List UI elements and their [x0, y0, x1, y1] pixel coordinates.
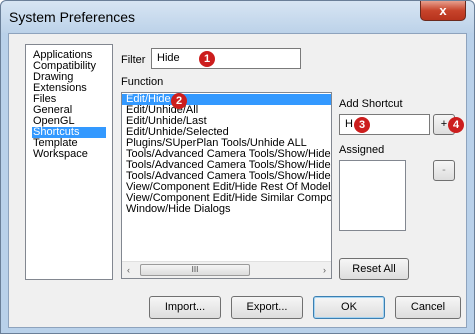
function-list-hscrollbar[interactable]: ‹ III › [122, 261, 331, 278]
function-list[interactable]: Edit/Hide Edit/Unhide/All Edit/Unhide/La… [121, 92, 332, 279]
callout-badge-4: 4 [448, 117, 464, 133]
callout-badge-2: 2 [171, 93, 187, 109]
window-title: System Preferences [9, 9, 136, 25]
function-label: Function [121, 76, 164, 88]
close-icon: x [439, 3, 447, 18]
callout-badge-1: 1 [199, 51, 215, 67]
assigned-list[interactable] [339, 160, 406, 231]
filter-label: Filter [121, 54, 146, 66]
export-button[interactable]: Export... [231, 296, 303, 319]
dialog-body: Applications Compatibility Drawing Exten… [8, 33, 467, 328]
ok-button[interactable]: OK [313, 296, 385, 319]
assigned-label: Assigned [339, 144, 385, 156]
cancel-button[interactable]: Cancel [395, 296, 461, 319]
callout-badge-3: 3 [354, 117, 370, 133]
title-bar[interactable]: System Preferences x [1, 1, 474, 33]
remove-shortcut-button[interactable]: - [433, 160, 455, 181]
scroll-thumb[interactable]: III [140, 264, 250, 276]
filter-input[interactable]: Hide [151, 48, 301, 69]
close-button[interactable]: x [420, 1, 466, 21]
system-preferences-window: System Preferences x Applications Compat… [0, 0, 475, 334]
category-list[interactable]: Applications Compatibility Drawing Exten… [25, 44, 113, 280]
scroll-right-icon[interactable]: › [323, 265, 326, 275]
add-shortcut-label: Add Shortcut [339, 98, 403, 110]
import-button[interactable]: Import... [149, 296, 221, 319]
shortcut-input[interactable]: H [339, 114, 430, 135]
function-item[interactable]: Window/Hide Dialogs [122, 204, 331, 215]
scroll-left-icon[interactable]: ‹ [127, 265, 130, 275]
reset-all-button[interactable]: Reset All [339, 258, 409, 280]
category-item-workspace[interactable]: Workspace [33, 149, 112, 160]
